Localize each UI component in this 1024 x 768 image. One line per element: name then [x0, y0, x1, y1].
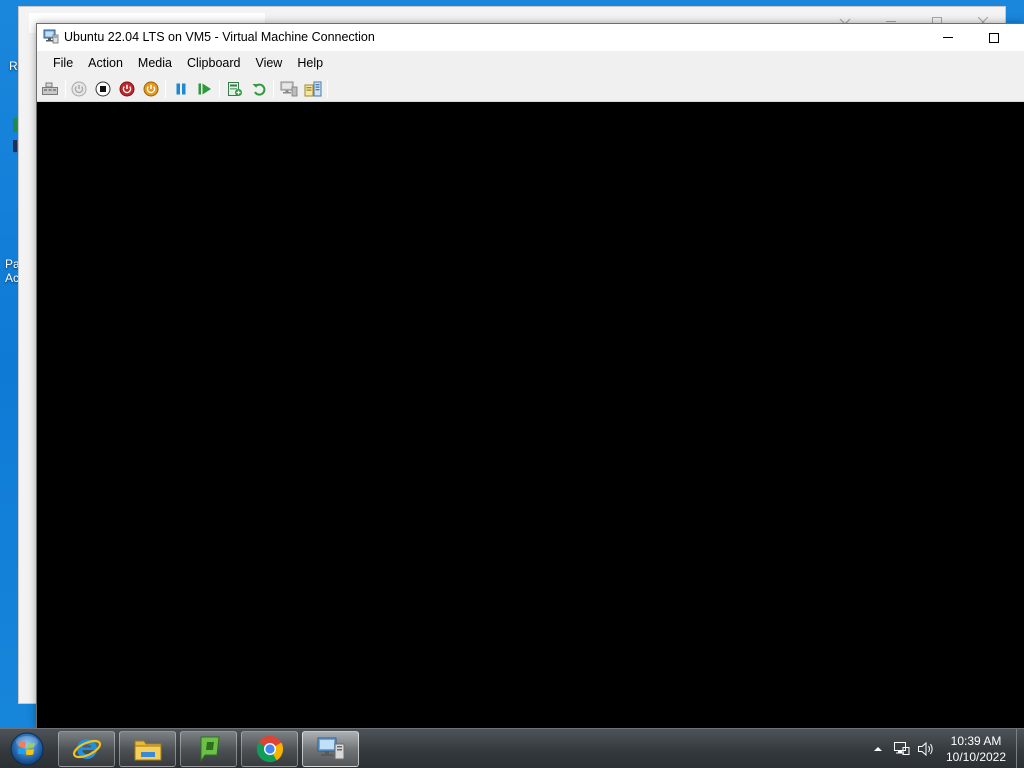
menu-view[interactable]: View: [248, 53, 289, 73]
speaker-icon: [918, 741, 933, 757]
revert-button[interactable]: [249, 79, 269, 99]
toolbar-separator: [273, 80, 274, 98]
revert-icon: [252, 83, 266, 96]
chevron-up-icon: [874, 747, 882, 751]
toolbar: [37, 75, 1024, 102]
show-hidden-icons-button[interactable]: [868, 739, 888, 759]
file-explorer-icon: [134, 740, 161, 761]
show-desktop-button[interactable]: [1016, 729, 1024, 768]
network-icon: [894, 742, 910, 755]
vm-connection-window[interactable]: Ubuntu 22.04 LTS on VM5 - Virtual Machin…: [36, 23, 1024, 729]
menu-help[interactable]: Help: [290, 53, 330, 73]
clock-date: 10/10/2022: [945, 750, 1007, 764]
ctrl-alt-del-button[interactable]: [40, 79, 60, 99]
taskbar: 10:39 AM 10/10/2022: [0, 728, 1024, 768]
turn-off-icon: [95, 81, 111, 97]
start-icon: [71, 81, 87, 97]
reset-button[interactable]: [195, 79, 215, 99]
taskbar-app-internet-explorer[interactable]: [58, 731, 115, 767]
enhanced-session-icon: [280, 81, 298, 97]
toolbar-separator: [65, 80, 66, 98]
toolbar-separator: [327, 80, 328, 98]
ctrl-alt-del-icon: [42, 82, 58, 95]
pause-button[interactable]: [171, 79, 191, 99]
turn-off-button[interactable]: [93, 79, 113, 99]
taskbar-app-vmconnect[interactable]: [302, 731, 359, 767]
app-green-icon: [200, 736, 220, 763]
network-button[interactable]: [892, 739, 912, 759]
vm-display-area[interactable]: [37, 102, 1024, 729]
minimize-icon: [943, 36, 953, 38]
menu-file[interactable]: File: [46, 53, 80, 73]
start-button[interactable]: [69, 79, 89, 99]
save-icon: [143, 81, 159, 97]
desktop-icon-label[interactable]: R: [9, 59, 18, 73]
system-tray: 10:39 AM 10/10/2022: [864, 729, 1024, 768]
toolbar-separator: [219, 80, 220, 98]
menu-media[interactable]: Media: [131, 53, 179, 73]
share-button[interactable]: [303, 79, 323, 99]
save-button[interactable]: [141, 79, 161, 99]
title-bar[interactable]: Ubuntu 22.04 LTS on VM5 - Virtual Machin…: [37, 24, 1024, 51]
hyper-v-vmconnect-icon: [317, 737, 344, 760]
window-title: Ubuntu 22.04 LTS on VM5 - Virtual Machin…: [64, 30, 375, 44]
menu-bar: File Action Media Clipboard View Help: [37, 51, 1024, 75]
volume-button[interactable]: [916, 739, 936, 759]
taskbar-app-chrome[interactable]: [241, 731, 298, 767]
menu-action[interactable]: Action: [81, 53, 130, 73]
clock[interactable]: 10:39 AM 10/10/2022: [944, 733, 1008, 765]
shut-down-button[interactable]: [117, 79, 137, 99]
background-window-edge-accent: [13, 118, 17, 132]
desktop-icon-label[interactable]: Ac: [5, 271, 19, 285]
chrome-icon: [256, 735, 283, 763]
maximize-button[interactable]: [971, 24, 1017, 51]
internet-explorer-icon: [72, 738, 101, 759]
maximize-icon: [989, 32, 999, 43]
checkpoint-button[interactable]: [225, 79, 245, 99]
toolbar-separator: [165, 80, 166, 98]
pause-icon: [176, 83, 186, 95]
checkpoint-icon: [228, 82, 242, 96]
background-window-edge-accent: [13, 140, 17, 152]
share-icon: [304, 81, 322, 97]
vmconnect-app-icon: [43, 29, 59, 45]
minimize-button[interactable]: [925, 24, 971, 51]
clock-time: 10:39 AM: [950, 734, 1002, 748]
taskbar-app-file-explorer[interactable]: [119, 731, 176, 767]
shut-down-icon: [119, 81, 135, 97]
taskbar-app-green[interactable]: [180, 731, 237, 767]
reset-icon: [198, 83, 211, 95]
windows-start-orb-icon: [10, 732, 44, 766]
start-menu-button[interactable]: [4, 730, 50, 768]
enhanced-session-button[interactable]: [279, 79, 299, 99]
menu-clipboard[interactable]: Clipboard: [180, 53, 248, 73]
